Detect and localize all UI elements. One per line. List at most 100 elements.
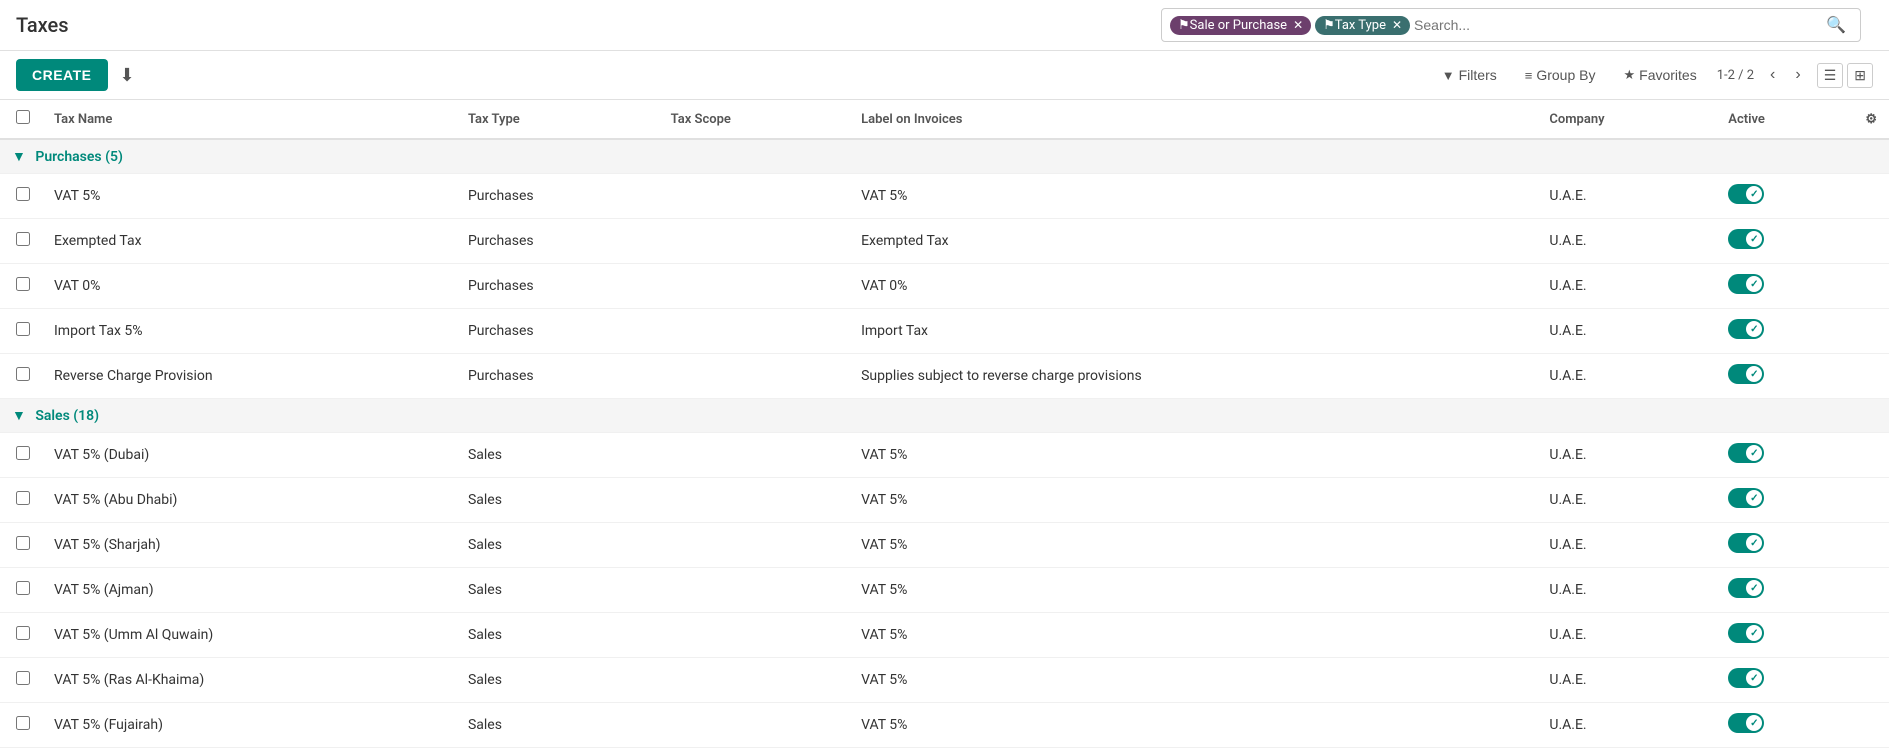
active-toggle[interactable]: ✓	[1728, 229, 1764, 249]
row-tax-type: Sales	[456, 568, 659, 613]
table-row[interactable]: VAT 5% (Abu Dhabi) Sales VAT 5% U.A.E. ✓	[0, 478, 1889, 523]
table-row[interactable]: VAT 0% Purchases VAT 0% U.A.E. ✓	[0, 264, 1889, 309]
table-row[interactable]: VAT 5% (Fujairah) Sales VAT 5% U.A.E. ✓	[0, 703, 1889, 748]
active-toggle[interactable]: ✓	[1728, 274, 1764, 294]
group-header-row[interactable]: ▼ Purchases (5)	[0, 139, 1889, 174]
row-label-invoices: VAT 5%	[849, 523, 1537, 568]
row-label-invoices: VAT 5%	[849, 613, 1537, 658]
row-company: U.A.E.	[1537, 703, 1716, 748]
row-action-cell	[1853, 568, 1889, 613]
row-checkbox[interactable]	[16, 322, 30, 336]
next-page-button[interactable]: ›	[1791, 64, 1804, 86]
prev-page-button[interactable]: ‹	[1766, 64, 1779, 86]
active-toggle[interactable]: ✓	[1728, 364, 1764, 384]
row-label-invoices: VAT 5%	[849, 703, 1537, 748]
row-tax-scope	[659, 354, 849, 399]
row-checkbox[interactable]	[16, 446, 30, 460]
row-active-cell: ✓	[1716, 354, 1853, 399]
active-toggle[interactable]: ✓	[1728, 533, 1764, 553]
search-input[interactable]	[1414, 17, 1820, 33]
row-checkbox-cell	[0, 613, 42, 658]
row-checkbox[interactable]	[16, 716, 30, 730]
row-active-cell: ✓	[1716, 613, 1853, 658]
row-checkbox[interactable]	[16, 581, 30, 595]
row-tax-scope	[659, 658, 849, 703]
toggle-check-icon: ✓	[1746, 276, 1762, 292]
th-tax-name: Tax Name	[42, 100, 456, 139]
table-row[interactable]: VAT 5% (Umm Al Quwain) Sales VAT 5% U.A.…	[0, 613, 1889, 658]
group-header-cell[interactable]: ▼ Purchases (5)	[0, 139, 1889, 174]
page-title: Taxes	[16, 13, 69, 37]
row-active-cell: ✓	[1716, 219, 1853, 264]
row-checkbox[interactable]	[16, 626, 30, 640]
row-company: U.A.E.	[1537, 174, 1716, 219]
th-tax-type: Tax Type	[456, 100, 659, 139]
row-action-cell	[1853, 658, 1889, 703]
toolbar-row: CREATE ⬇ ▼ Filters ≡ Group By ★ Favorite…	[0, 51, 1889, 100]
select-all-checkbox[interactable]	[16, 110, 30, 124]
sale-filter-close[interactable]: ✕	[1293, 18, 1303, 32]
toggle-check-icon: ✓	[1746, 535, 1762, 551]
group-header-cell[interactable]: ▼ Sales (18)	[0, 399, 1889, 433]
row-label-invoices: VAT 5%	[849, 478, 1537, 523]
row-company: U.A.E.	[1537, 354, 1716, 399]
download-icon[interactable]: ⬇	[116, 61, 139, 90]
row-checkbox[interactable]	[16, 187, 30, 201]
row-checkbox-cell	[0, 433, 42, 478]
active-toggle[interactable]: ✓	[1728, 578, 1764, 598]
toggle-check-icon: ✓	[1746, 625, 1762, 641]
row-checkbox[interactable]	[16, 277, 30, 291]
table-row[interactable]: Exempted Tax Purchases Exempted Tax U.A.…	[0, 219, 1889, 264]
row-checkbox[interactable]	[16, 367, 30, 381]
table-row[interactable]: VAT 5% (Ajman) Sales VAT 5% U.A.E. ✓	[0, 568, 1889, 613]
row-checkbox[interactable]	[16, 491, 30, 505]
table-row[interactable]: VAT 5% (Dubai) Sales VAT 5% U.A.E. ✓	[0, 433, 1889, 478]
filter-tag-sale[interactable]: ⚑ Sale or Purchase ✕	[1170, 16, 1311, 35]
row-label-invoices: Supplies subject to reverse charge provi…	[849, 354, 1537, 399]
row-tax-type: Sales	[456, 613, 659, 658]
header-bar: Taxes ⚑ Sale or Purchase ✕ ⚑ Tax Type ✕ …	[0, 0, 1889, 51]
kanban-view-button[interactable]: ⊞	[1847, 63, 1873, 88]
filters-button[interactable]: ▼ Filters	[1434, 63, 1505, 87]
th-settings[interactable]: ⚙	[1853, 100, 1889, 139]
row-company: U.A.E.	[1537, 309, 1716, 354]
toolbar-right: ▼ Filters ≡ Group By ★ Favorites 1-2 / 2…	[1434, 63, 1873, 88]
taxtype-filter-close[interactable]: ✕	[1392, 18, 1402, 32]
table-row[interactable]: Reverse Charge Provision Purchases Suppl…	[0, 354, 1889, 399]
row-active-cell: ✓	[1716, 309, 1853, 354]
table-row[interactable]: VAT 5% Purchases VAT 5% U.A.E. ✓	[0, 174, 1889, 219]
active-toggle[interactable]: ✓	[1728, 713, 1764, 733]
active-toggle[interactable]: ✓	[1728, 443, 1764, 463]
row-active-cell: ✓	[1716, 264, 1853, 309]
active-toggle[interactable]: ✓	[1728, 319, 1764, 339]
row-checkbox[interactable]	[16, 671, 30, 685]
list-view-button[interactable]: ☰	[1817, 63, 1844, 88]
row-label-invoices: Import Tax	[849, 309, 1537, 354]
table-row[interactable]: VAT 5% (Sharjah) Sales VAT 5% U.A.E. ✓	[0, 523, 1889, 568]
chevron-down-icon: ▼	[12, 149, 26, 165]
row-checkbox[interactable]	[16, 536, 30, 550]
active-toggle[interactable]: ✓	[1728, 184, 1764, 204]
row-tax-scope	[659, 433, 849, 478]
row-tax-type: Sales	[456, 523, 659, 568]
group-header-row[interactable]: ▼ Sales (18)	[0, 399, 1889, 433]
row-checkbox[interactable]	[16, 232, 30, 246]
filter-tag-taxtype[interactable]: ⚑ Tax Type ✕	[1315, 16, 1410, 35]
table-row[interactable]: Import Tax 5% Purchases Import Tax U.A.E…	[0, 309, 1889, 354]
search-button[interactable]: 🔍	[1820, 13, 1852, 37]
group-by-button[interactable]: ≡ Group By	[1517, 63, 1604, 87]
create-button[interactable]: CREATE	[16, 59, 108, 91]
active-toggle[interactable]: ✓	[1728, 668, 1764, 688]
active-toggle[interactable]: ✓	[1728, 488, 1764, 508]
favorites-button[interactable]: ★ Favorites	[1615, 63, 1704, 87]
row-action-cell	[1853, 703, 1889, 748]
row-tax-scope	[659, 309, 849, 354]
search-bar-area: ⚑ Sale or Purchase ✕ ⚑ Tax Type ✕ 🔍	[1161, 8, 1861, 42]
active-toggle[interactable]: ✓	[1728, 623, 1764, 643]
row-checkbox-cell	[0, 219, 42, 264]
table-row[interactable]: VAT 5% (Ras Al-Khaima) Sales VAT 5% U.A.…	[0, 658, 1889, 703]
group-icon: ≡	[1525, 68, 1533, 83]
row-action-cell	[1853, 354, 1889, 399]
th-company: Company	[1537, 100, 1716, 139]
row-checkbox-cell	[0, 264, 42, 309]
